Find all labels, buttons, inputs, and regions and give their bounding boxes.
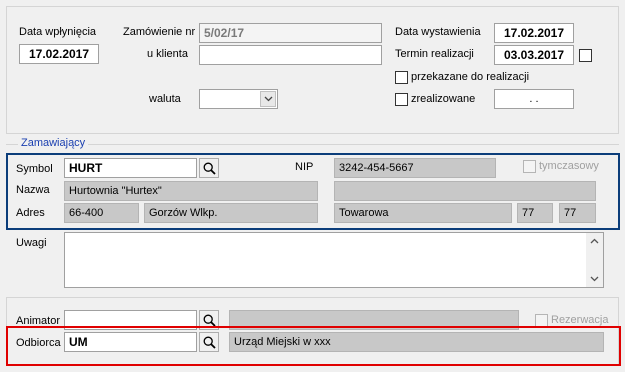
temporary-label: tymczasowy: [539, 160, 599, 172]
customer-group-divider: [6, 144, 619, 145]
order-no-field[interactable]: 5/02/17: [199, 23, 382, 43]
recipient-search-button[interactable]: [199, 332, 219, 352]
scroll-down-icon[interactable]: [590, 276, 599, 282]
client-order-field[interactable]: [199, 45, 382, 65]
symbol-field[interactable]: HURT: [64, 158, 197, 178]
nip-field[interactable]: 3242-454-5667: [334, 158, 496, 178]
currency-select[interactable]: [199, 89, 278, 109]
symbol-search-button[interactable]: [199, 158, 219, 178]
search-icon: [203, 314, 216, 327]
deadline-checkbox[interactable]: [579, 49, 592, 62]
street-field[interactable]: Towarowa: [334, 203, 512, 223]
scroll-up-icon[interactable]: [590, 238, 599, 244]
flat-no-field[interactable]: 77: [559, 203, 596, 223]
deadline-label: Termin realizacji: [395, 48, 474, 60]
postal-code-field[interactable]: 66-400: [64, 203, 139, 223]
house-no-field[interactable]: 77: [517, 203, 553, 223]
issue-date-label: Data wystawienia: [395, 26, 481, 38]
client-order-label: u klienta: [147, 48, 188, 60]
issue-date-field[interactable]: 17.02.2017: [494, 23, 574, 43]
name-field[interactable]: Hurtownia "Hurtex": [64, 181, 318, 201]
recipient-code-field[interactable]: UM: [64, 332, 197, 352]
customer-group-title: Zamawiający: [18, 137, 89, 149]
name-label: Nazwa: [16, 184, 50, 196]
notes-label: Uwagi: [16, 237, 47, 249]
forwarded-label: przekazane do realizacji: [411, 71, 530, 83]
completed-checkbox[interactable]: [395, 93, 408, 106]
notes-scrollbar[interactable]: [586, 233, 603, 287]
temporary-checkbox[interactable]: [523, 160, 536, 173]
search-icon: [203, 336, 216, 349]
search-icon: [203, 162, 216, 175]
symbol-label: Symbol: [16, 163, 53, 175]
city-field[interactable]: Gorzów Wlkp.: [144, 203, 318, 223]
reservation-label: Rezerwacja: [551, 314, 609, 326]
recipient-name-field[interactable]: Urząd Miejski w xxx: [229, 332, 604, 352]
completed-date-field[interactable]: . .: [494, 89, 574, 109]
order-no-label: Zamówienie nr: [123, 26, 196, 38]
notes-textarea[interactable]: [64, 232, 604, 288]
recipient-label: Odbiorca: [16, 337, 61, 349]
name2-field[interactable]: [334, 181, 596, 201]
currency-label: waluta: [149, 93, 181, 105]
address-label: Adres: [16, 207, 45, 219]
received-date-label: Data wpłynięcia: [19, 26, 97, 38]
nip-label: NIP: [295, 161, 314, 173]
received-date-field[interactable]: 17.02.2017: [19, 44, 99, 64]
completed-label: zrealizowane: [411, 93, 476, 105]
forwarded-checkbox[interactable]: [395, 71, 408, 84]
deadline-field[interactable]: 03.03.2017: [494, 45, 574, 65]
chevron-down-icon[interactable]: [260, 91, 276, 107]
